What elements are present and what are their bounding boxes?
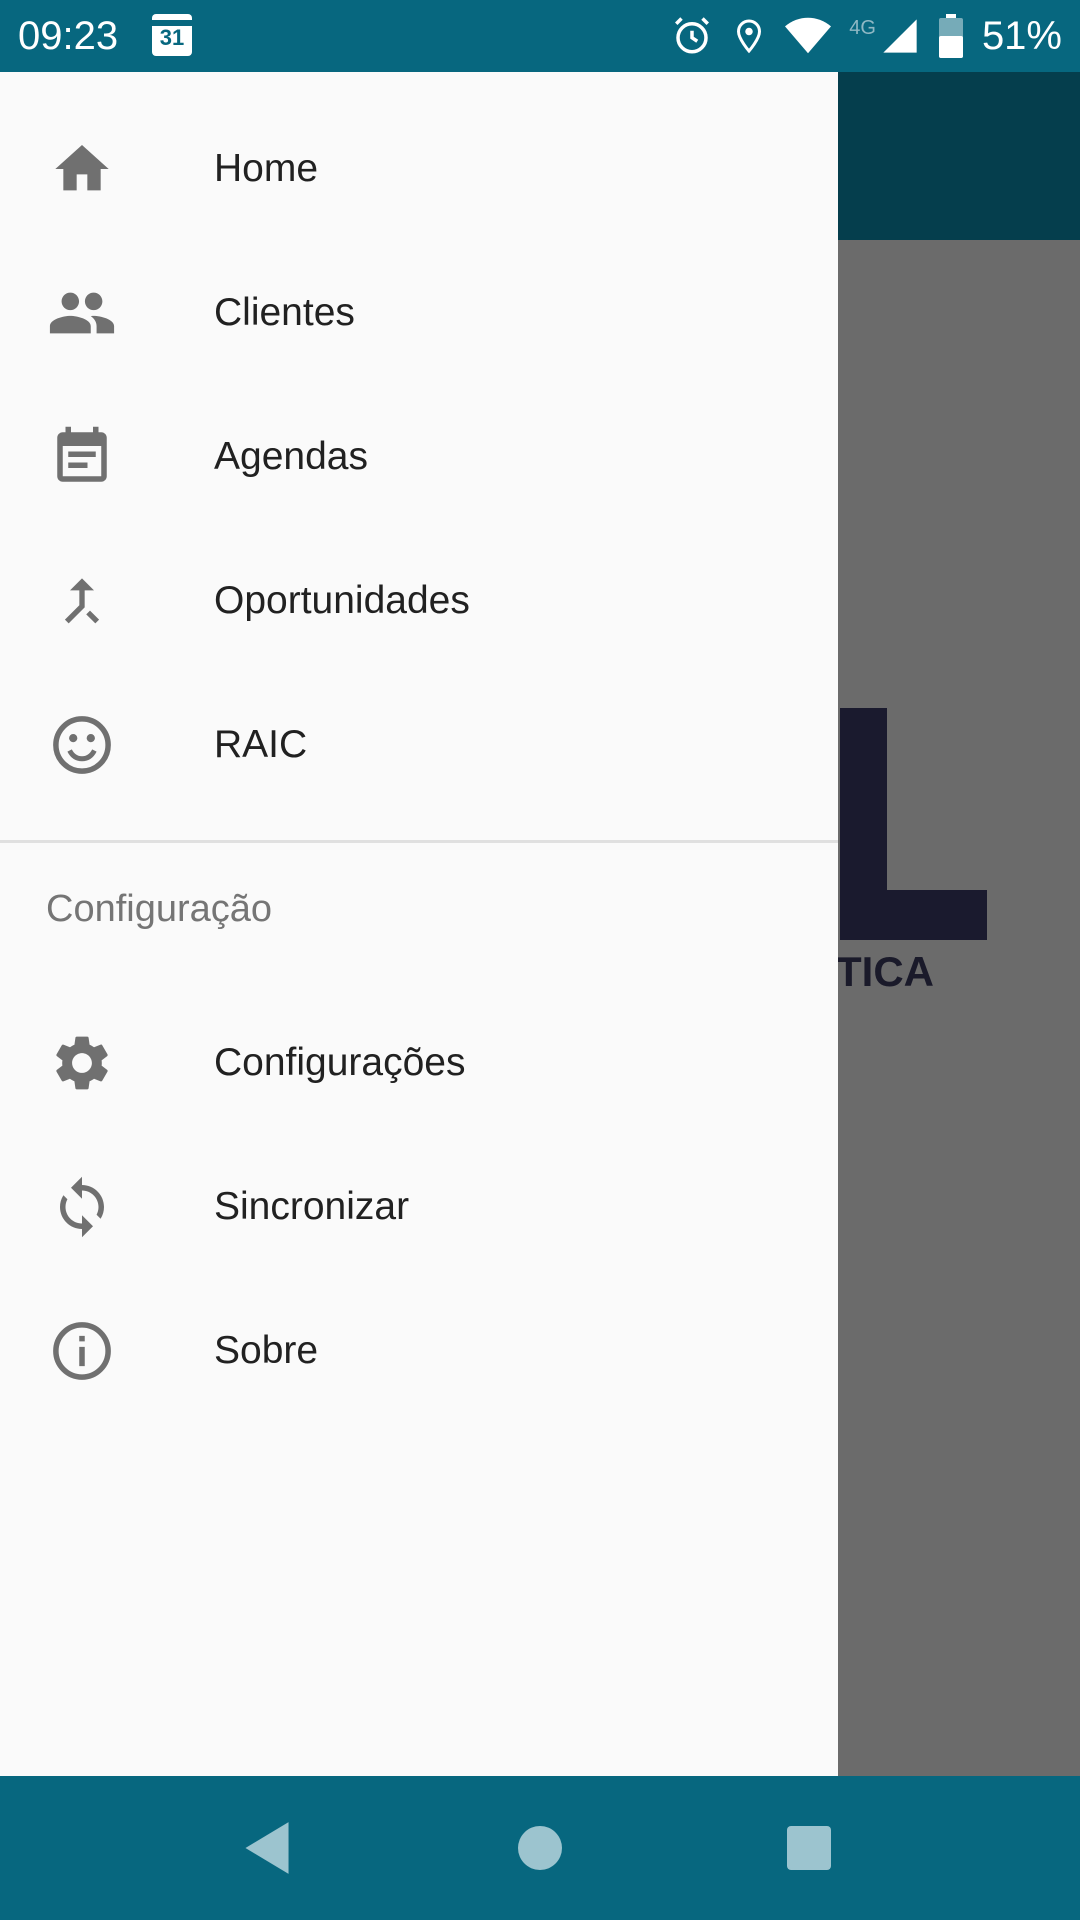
drawer-item-sincronizar[interactable]: Sincronizar bbox=[0, 1135, 838, 1279]
section-title-configuracao: Configuração bbox=[46, 888, 273, 930]
system-nav-bar bbox=[0, 1776, 1080, 1920]
gear-icon bbox=[46, 1027, 118, 1099]
back-icon bbox=[245, 1822, 289, 1874]
alarm-icon bbox=[675, 17, 710, 54]
back-button[interactable] bbox=[231, 1812, 303, 1884]
home-icon bbox=[46, 133, 118, 205]
home-circle-icon bbox=[518, 1826, 562, 1870]
drawer-item-label: Home bbox=[214, 147, 319, 190]
sync-icon bbox=[46, 1171, 118, 1243]
calendar-note-icon bbox=[46, 421, 118, 493]
calendar-notification-icon: 31 bbox=[152, 14, 192, 56]
smiley-icon bbox=[46, 709, 118, 781]
battery-icon bbox=[938, 14, 963, 58]
drawer-item-home[interactable]: Home bbox=[0, 97, 838, 241]
battery-level: 51% bbox=[981, 14, 1062, 58]
drawer-item-label: Sincronizar bbox=[214, 1185, 410, 1228]
drawer-item-label: Oportunidades bbox=[214, 579, 470, 622]
recents-icon bbox=[787, 1826, 831, 1870]
drawer-item-label: Clientes bbox=[214, 291, 355, 334]
drawer-item-label: Configurações bbox=[214, 1041, 466, 1084]
drawer-item-sobre[interactable]: Sobre bbox=[0, 1279, 838, 1423]
drawer-item-label: RAIC bbox=[214, 723, 308, 766]
status-bar: 09:23 31 4G 51% bbox=[0, 0, 1080, 72]
info-icon bbox=[46, 1315, 118, 1387]
drawer-item-oportunidades[interactable]: Oportunidades bbox=[0, 529, 838, 673]
status-icons: 4G 51% bbox=[671, 12, 1062, 60]
drawer-item-agendas[interactable]: Agendas bbox=[0, 385, 838, 529]
drawer-item-label: Sobre bbox=[214, 1329, 319, 1372]
network-type: 4G bbox=[849, 16, 876, 39]
wifi-icon bbox=[785, 17, 832, 54]
navigation-drawer: Home Clientes Agendas Oportunidades RAIC… bbox=[0, 72, 838, 1776]
drawer-item-raic[interactable]: RAIC bbox=[0, 673, 838, 817]
drawer-item-clientes[interactable]: Clientes bbox=[0, 241, 838, 385]
signal-icon bbox=[883, 19, 917, 53]
drawer-item-label: Agendas bbox=[214, 435, 368, 478]
home-button[interactable] bbox=[504, 1812, 576, 1884]
location-icon bbox=[737, 19, 762, 54]
drawer-divider bbox=[0, 840, 838, 843]
drawer-item-configuracoes[interactable]: Configurações bbox=[0, 991, 838, 1135]
people-icon bbox=[46, 277, 118, 349]
recents-button[interactable] bbox=[773, 1812, 845, 1884]
app-logo-text: TICA bbox=[836, 948, 934, 995]
status-time: 09:23 bbox=[18, 14, 119, 58]
merge-icon bbox=[46, 565, 118, 637]
